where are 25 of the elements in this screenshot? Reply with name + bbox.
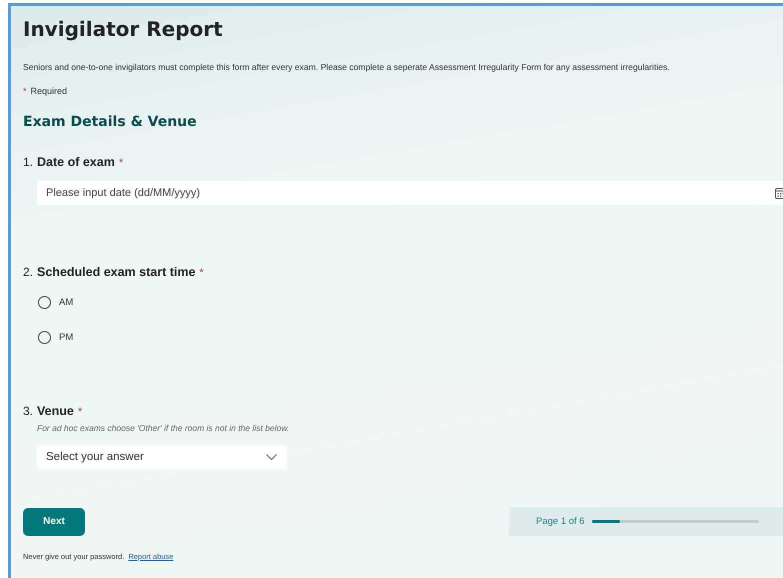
radio-button[interactable] <box>38 331 51 344</box>
section-title: Exam Details & Venue <box>23 114 198 130</box>
option-label[interactable]: PM <box>59 332 74 343</box>
question-title: Date of exam <box>37 155 115 169</box>
question-title: Venue <box>37 404 74 418</box>
required-mark: * <box>118 157 124 169</box>
form-description: Seniors and one-to-one invigilators must complete this form after every exam. Please complete a seperate Assessment Irregularity Form for any assessment irregularities. <box>23 62 671 72</box>
calendar-icon[interactable] <box>775 188 783 199</box>
radio-button[interactable] <box>38 296 51 309</box>
answer-dropdown[interactable]: Select your answer <box>37 445 287 469</box>
next-button[interactable]: Next <box>23 508 85 536</box>
required-mark: * <box>78 406 82 418</box>
page-indicator: Page 1 of 6 <box>536 516 585 527</box>
question-hint: For ad hoc exams choose 'Other' if the room is not in the list below. <box>37 423 290 433</box>
form-title: Invigilator Report <box>23 17 224 43</box>
question-title: Scheduled exam start time <box>37 265 196 279</box>
question-number: 2. <box>23 265 34 279</box>
required-mark: * <box>23 86 27 96</box>
option-label[interactable]: AM <box>59 297 74 308</box>
required-note: Required <box>30 86 68 96</box>
question-number: 3. <box>23 404 34 418</box>
required-mark: * <box>199 267 204 279</box>
question-number: 1. <box>23 155 34 169</box>
date-input-field[interactable]: Please input date (dd/MM/yyyy) <box>37 181 783 205</box>
chevron-down-icon <box>266 454 277 460</box>
